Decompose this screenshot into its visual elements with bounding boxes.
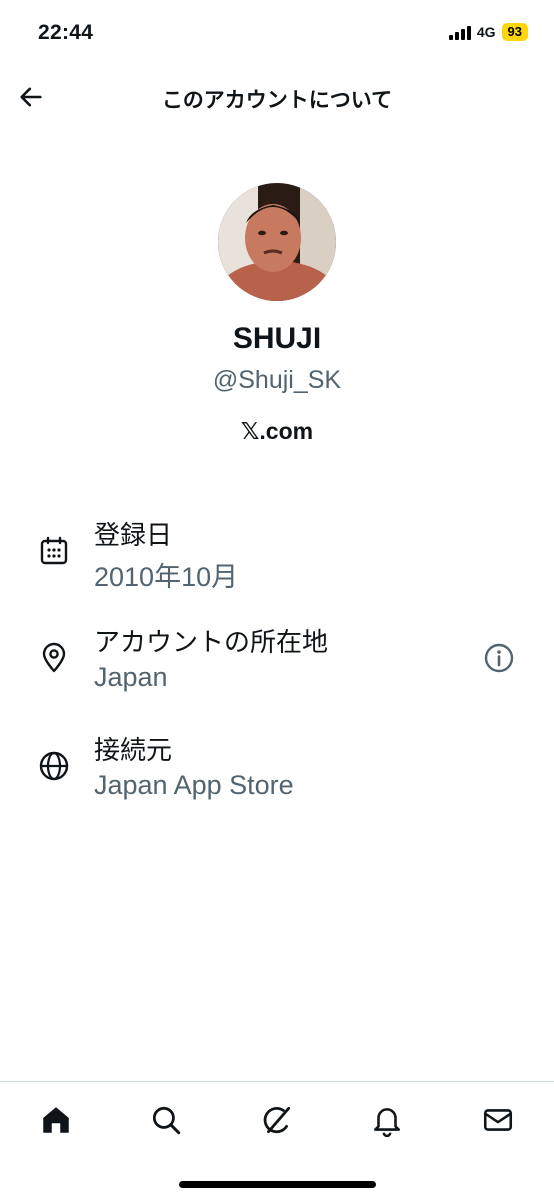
info-circle-icon[interactable]: [483, 642, 515, 674]
detail-label: アカウントの所在地: [94, 627, 329, 657]
site-label: 𝕏.com: [240, 418, 314, 444]
grok-icon: [263, 1106, 291, 1134]
page-title: このアカウントについて: [161, 89, 393, 112]
globe-icon: [39, 751, 69, 781]
status-bar: 22:44 4G 93: [0, 0, 554, 62]
detail-row-location: アカウントの所在地 Japan: [0, 622, 554, 712]
detail-label: 登録日: [94, 520, 173, 550]
tab-notifications[interactable]: [367, 1100, 407, 1140]
messages-envelope-icon: [483, 1109, 513, 1131]
status-time: 22:44: [38, 21, 94, 44]
network-type: 4G: [476, 24, 496, 40]
detail-row-connected-via: 接続元 Japan App Store: [0, 730, 554, 820]
tab-home[interactable]: [36, 1100, 76, 1140]
detail-value: 2010年10月: [94, 562, 239, 592]
home-indicator[interactable]: [179, 1181, 376, 1188]
notifications-bell-icon: [374, 1108, 400, 1137]
signal-strength-icon: [448, 25, 471, 40]
home-icon: [43, 1107, 69, 1133]
tab-grok[interactable]: [257, 1100, 297, 1140]
detail-value: Japan: [94, 662, 168, 692]
location-pin-icon: [42, 642, 66, 673]
tab-messages[interactable]: [478, 1100, 518, 1140]
search-icon: [152, 1106, 181, 1135]
nav-header: このアカウントについて: [0, 72, 554, 122]
detail-label: 接続元: [94, 735, 173, 765]
detail-row-joined: 登録日 2010年10月: [0, 515, 554, 605]
detail-value: Japan App Store: [94, 770, 294, 800]
calendar-icon: [40, 536, 68, 565]
avatar: [218, 183, 336, 301]
tab-search[interactable]: [146, 1100, 186, 1140]
battery-level: 93: [501, 23, 528, 41]
display-name: SHUJI: [232, 322, 322, 355]
username-handle: @Shuji_SK: [212, 366, 342, 394]
status-indicators: 4G 93: [448, 23, 528, 41]
